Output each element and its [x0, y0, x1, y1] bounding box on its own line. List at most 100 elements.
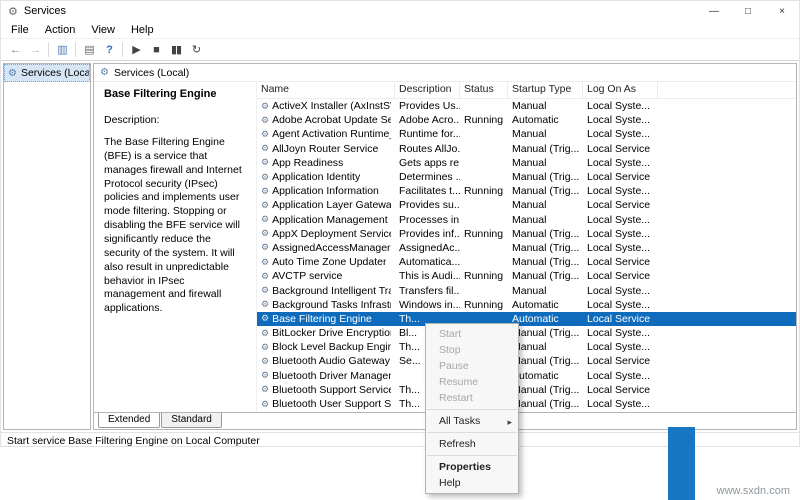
stop-service-icon[interactable]: ■ [146, 41, 166, 59]
menu-action[interactable]: Action [37, 22, 84, 38]
service-name-cell: ⚙AVCTP service [257, 269, 395, 283]
service-log-on-as: Local Syste... [583, 184, 658, 198]
service-description: Facilitates t... [395, 184, 460, 198]
service-row[interactable]: ⚙Application ManagementProcesses in...Ma… [257, 213, 796, 227]
service-startup-type: Manual [508, 99, 583, 113]
column-header-startup-type[interactable]: Startup Type [508, 82, 583, 98]
service-status [460, 241, 508, 255]
context-menu-all-tasks[interactable]: All Tasks▸ [426, 413, 518, 429]
service-name-cell: ⚙Bluetooth Driver Managem... [257, 369, 395, 383]
menu-file[interactable]: File [3, 22, 37, 38]
service-gear-icon: ⚙ [261, 172, 269, 183]
column-header-description[interactable]: Description [395, 82, 460, 98]
watermark: www.sxdn.com [717, 485, 790, 497]
context-menu: StartStopPauseResumeRestartAll Tasks▸Ref… [425, 323, 519, 494]
service-gear-icon: ⚙ [261, 257, 269, 268]
back-icon[interactable]: ← [5, 41, 25, 59]
service-name: Application Information [272, 185, 379, 197]
service-status [460, 283, 508, 297]
service-row[interactable]: ⚙Bluetooth Support ServiceTh...Manual (T… [257, 383, 796, 397]
service-row[interactable]: ⚙AppX Deployment Service (...Provides in… [257, 227, 796, 241]
service-gear-icon: ⚙ [261, 228, 269, 239]
maximize-button[interactable]: □ [731, 1, 765, 21]
service-startup-type: Automatic [508, 369, 583, 383]
service-row[interactable]: ⚙Background Tasks Infrastruc...Windows i… [257, 298, 796, 312]
minimize-button[interactable]: — [697, 1, 731, 21]
column-header-filler [658, 82, 796, 98]
tree-item-services-local[interactable]: ⚙ Services (Local) [4, 64, 90, 82]
service-name-cell: ⚙Agent Activation Runtime_... [257, 127, 395, 141]
service-name-cell: ⚙Background Intelligent Tran... [257, 283, 395, 297]
service-log-on-as: Local Syste... [583, 213, 658, 227]
column-header-status[interactable]: Status [460, 82, 508, 98]
start-service-icon[interactable]: ▶ [126, 41, 146, 59]
service-row[interactable]: ⚙Adobe Acrobat Update Serv...Adobe Acro.… [257, 113, 796, 127]
service-name: ActiveX Installer (AxInstSV) [272, 100, 391, 112]
tab-standard[interactable]: Standard [161, 413, 222, 428]
service-name-cell: ⚙AppX Deployment Service (... [257, 227, 395, 241]
service-name: Application Management [272, 214, 388, 226]
service-log-on-as: Local Syste... [583, 283, 658, 297]
service-status [460, 99, 508, 113]
service-startup-type: Manual (Trig... [508, 227, 583, 241]
service-startup-type: Manual (Trig... [508, 397, 583, 411]
pause-service-icon[interactable]: ▮▮ [166, 41, 186, 59]
service-row[interactable]: ⚙Bluetooth Audio Gateway S...Se...Manual… [257, 354, 796, 368]
context-menu-help[interactable]: Help [426, 475, 518, 491]
close-button[interactable]: × [765, 1, 799, 21]
service-name-cell: ⚙AssignedAccessManager Se... [257, 241, 395, 255]
service-name-cell: ⚙Auto Time Zone Updater [257, 255, 395, 269]
service-row[interactable]: ⚙AVCTP serviceThis is Audi...RunningManu… [257, 269, 796, 283]
pane-header-label: Services (Local) [114, 67, 189, 79]
service-log-on-as: Local Syste... [583, 326, 658, 340]
service-row[interactable]: ⚙App ReadinessGets apps re...ManualLocal… [257, 156, 796, 170]
service-row[interactable]: ⚙Application Layer Gateway ...Provides s… [257, 198, 796, 212]
service-status: Running [460, 298, 508, 312]
service-row[interactable]: ⚙Background Intelligent Tran...Transfers… [257, 283, 796, 297]
service-row[interactable]: ⚙Auto Time Zone UpdaterAutomatica...Manu… [257, 255, 796, 269]
context-menu-refresh[interactable]: Refresh [426, 436, 518, 452]
service-row[interactable]: ⚙Block Level Backup Engine ...Th...Manua… [257, 340, 796, 354]
service-description: AssignedAc... [395, 241, 460, 255]
service-log-on-as: Local Syste... [583, 369, 658, 383]
service-row[interactable]: ⚙AssignedAccessManager Se...AssignedAc..… [257, 241, 796, 255]
menu-separator [427, 409, 517, 410]
service-row[interactable]: ⚙Base Filtering EngineTh...AutomaticLoca… [257, 312, 796, 326]
context-menu-stop: Stop [426, 342, 518, 358]
menu-separator [427, 432, 517, 433]
export-list-icon[interactable]: ▤ [79, 41, 99, 59]
service-startup-type: Manual [508, 156, 583, 170]
service-log-on-as: Local Syste... [583, 340, 658, 354]
service-row[interactable]: ⚙BitLocker Drive Encryption ...Bl...Manu… [257, 326, 796, 340]
service-startup-type: Manual (Trig... [508, 184, 583, 198]
service-name-cell: ⚙Bluetooth User Support Ser... [257, 397, 395, 411]
service-row[interactable]: ⚙Application InformationFacilitates t...… [257, 184, 796, 198]
service-name-cell: ⚙Adobe Acrobat Update Serv... [257, 113, 395, 127]
tab-extended[interactable]: Extended [98, 413, 160, 428]
menu-view[interactable]: View [83, 22, 123, 38]
service-row[interactable]: ⚙Bluetooth User Support Ser...Th...Manua… [257, 397, 796, 411]
service-row[interactable]: ⚙Bluetooth Driver Managem... AutomaticLoc… [257, 369, 796, 383]
service-startup-type: Manual [508, 340, 583, 354]
service-startup-type: Manual (Trig... [508, 354, 583, 368]
restart-service-icon[interactable]: ↻ [186, 41, 206, 59]
service-log-on-as: Local Service [583, 354, 658, 368]
menu-help[interactable]: Help [123, 22, 162, 38]
service-row[interactable]: ⚙Agent Activation Runtime_...Runtime for… [257, 127, 796, 141]
service-gear-icon: ⚙ [261, 299, 269, 310]
service-name: Application Identity [272, 171, 360, 183]
forward-icon[interactable]: → [25, 41, 45, 59]
show-console-tree-icon[interactable]: ▥ [52, 41, 72, 59]
console-tree-pane: ⚙ Services (Local) [3, 63, 91, 430]
column-header-log-on-as[interactable]: Log On As [583, 82, 658, 98]
context-menu-properties[interactable]: Properties [426, 459, 518, 475]
toolbar: ←→ ▥ ▤? ▶■▮▮↻ [1, 39, 799, 61]
service-status [460, 156, 508, 170]
service-startup-type: Manual (Trig... [508, 269, 583, 283]
column-header-name[interactable]: Name [257, 82, 395, 98]
help-icon[interactable]: ? [99, 41, 119, 59]
service-row[interactable]: ⚙Application IdentityDetermines ...Manua… [257, 170, 796, 184]
service-row[interactable]: ⚙AllJoyn Router ServiceRoutes AllJo...Ma… [257, 142, 796, 156]
service-log-on-as: Local Syste... [583, 397, 658, 411]
service-row[interactable]: ⚙ActiveX Installer (AxInstSV)Provides Us… [257, 99, 796, 113]
